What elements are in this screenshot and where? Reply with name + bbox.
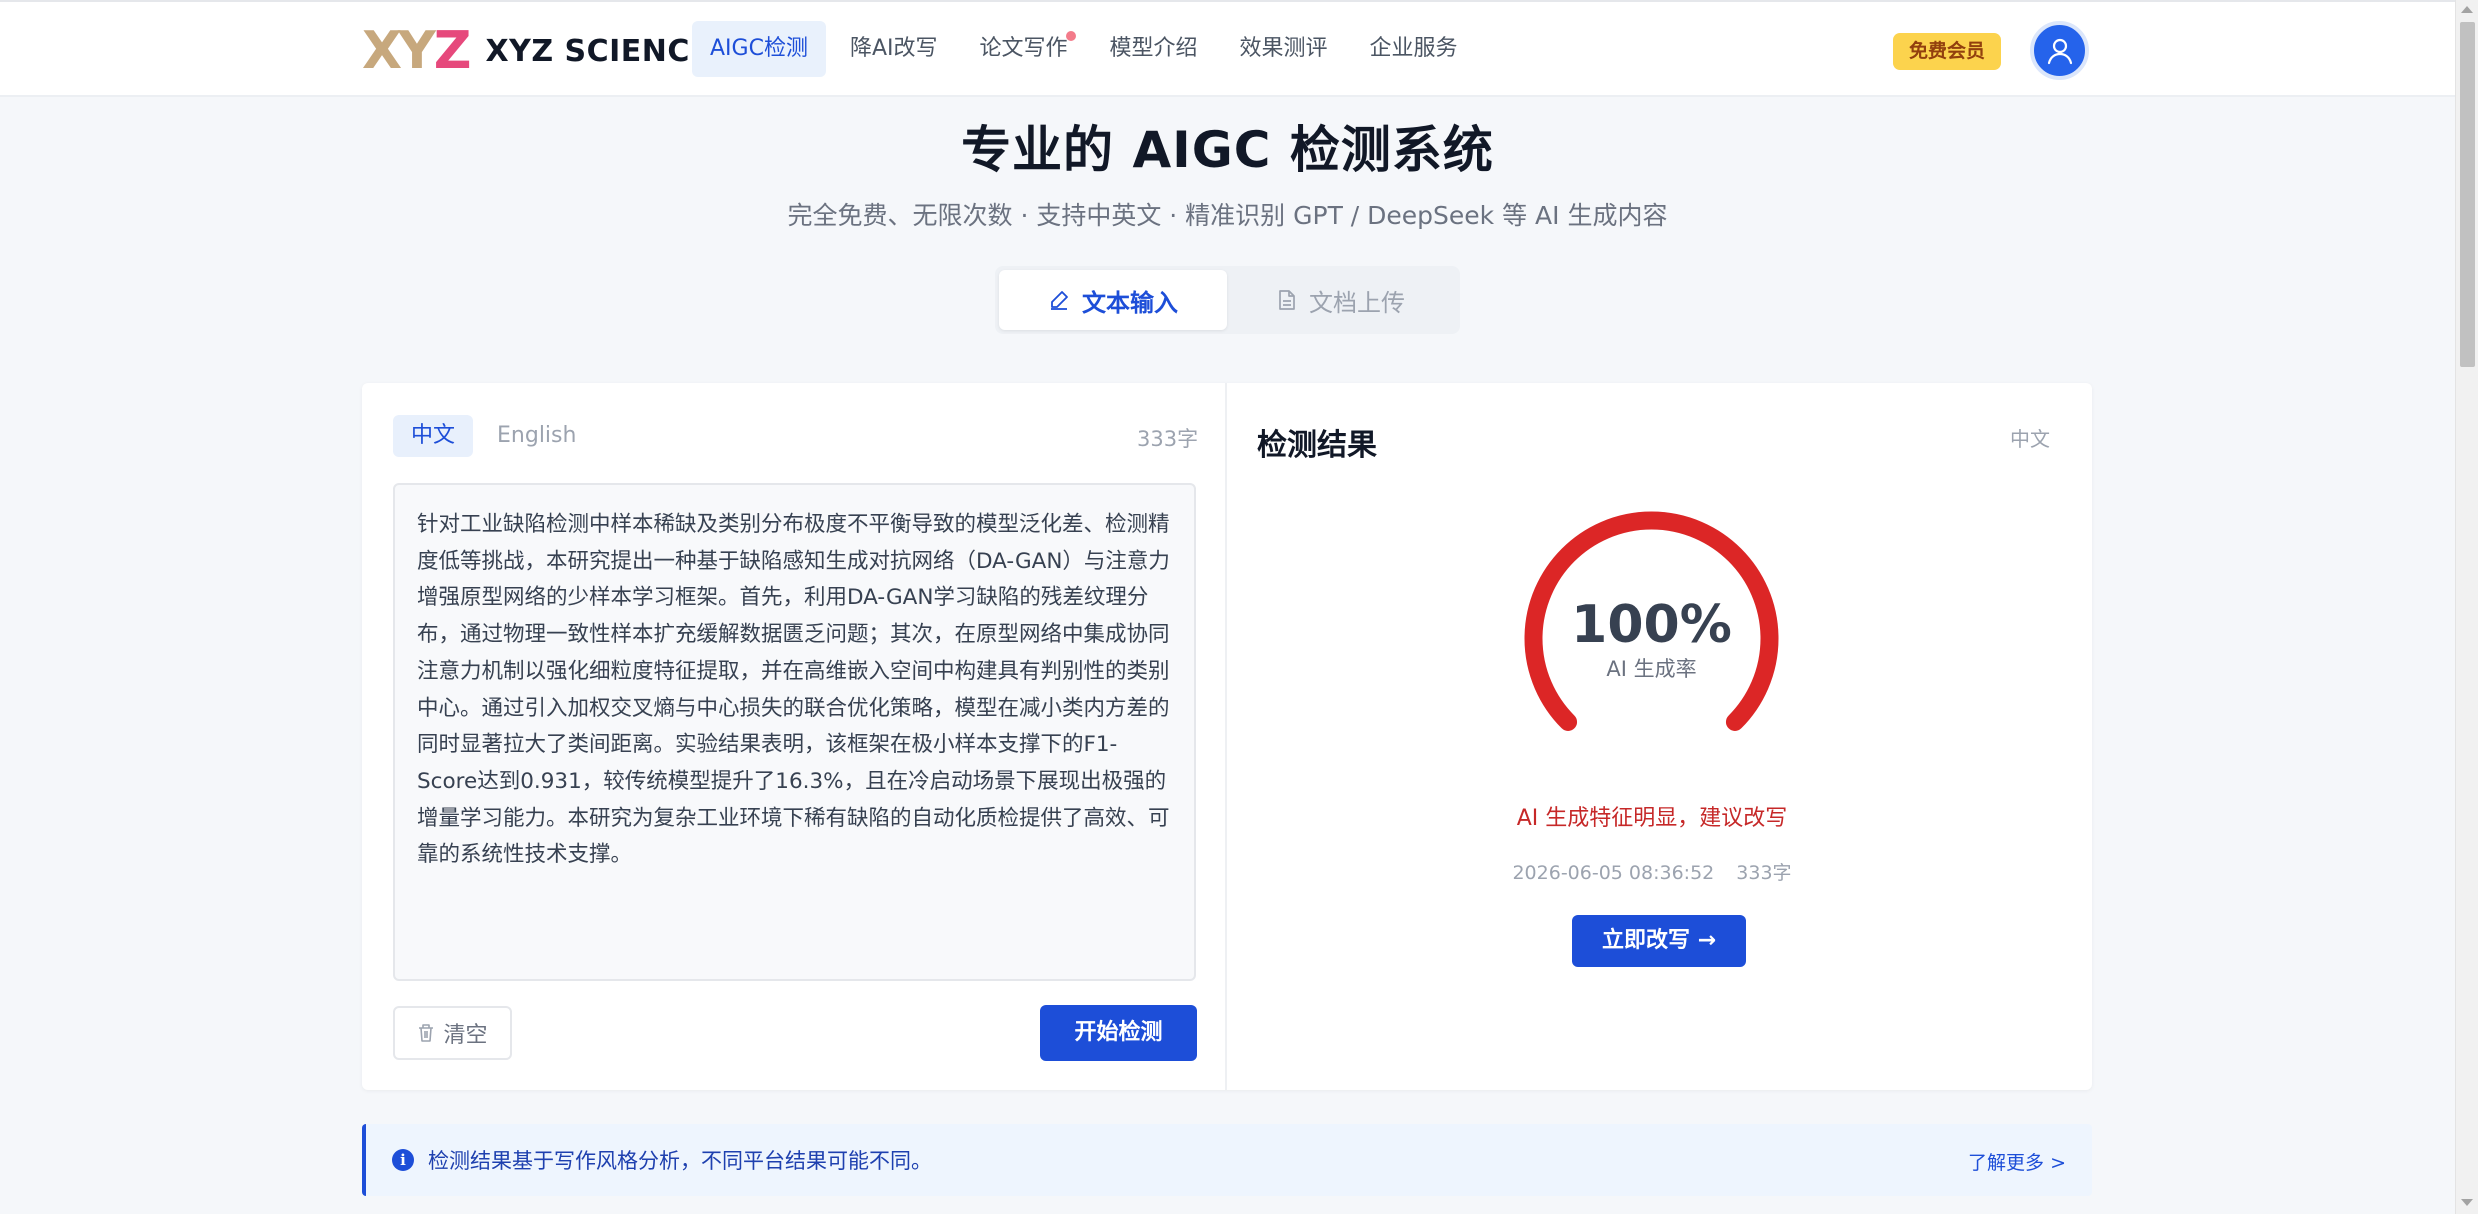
lang-tab-english[interactable]: English [479,415,594,457]
scroll-down-arrow-icon[interactable] [2461,1199,2473,1206]
verdict-text: AI 生成特征明显，建议改写 [1516,806,1788,831]
nav-item-model-intro[interactable]: 模型介绍 [1092,21,1216,77]
notification-dot [1065,31,1076,41]
learn-more-link[interactable]: 了解更多 > [1968,1148,2066,1175]
panel-divider [1225,383,1227,1090]
nav-item-enterprise[interactable]: 企业服务 [1352,21,1476,77]
result-timestamp: 2026-06-05 08:36:52 [1512,862,1715,884]
tab-label: 文本输入 [1082,288,1178,317]
result-char-count: 333字 [1736,862,1792,884]
nav-label: 论文写作 [979,36,1068,61]
page-subtitle: 完全免费、无限次数 · 支持中英文 · 精准识别 GPT / DeepSeek … [787,201,1668,230]
start-detect-button[interactable]: 开始检测 [1040,1005,1197,1061]
text-input-area[interactable]: 针对工业缺陷检测中样本稀缺及类别分布极度不平衡导致的模型泛化差、检测精度低等挑战… [393,483,1196,981]
main-nav: AIGC检测 降AI改写 论文写作 模型介绍 效果测评 企业服务 [692,21,1482,77]
nav-label: 模型介绍 [1109,36,1198,61]
tab-document-upload[interactable]: 文档上传 [1227,270,1455,330]
page-scrollbar[interactable] [2455,0,2478,1214]
logo-letter-x: X [362,21,402,81]
nav-item-ai-rewrite[interactable]: 降AI改写 [832,21,956,77]
clear-label: 清空 [443,1023,488,1048]
user-icon [2047,38,2072,64]
document-icon [1279,290,1295,310]
result-title: 检测结果 [1257,428,1377,463]
top-navbar: X Y Z XYZ SCIENCE AIGC检测 降AI改写 论文写作 模型介绍… [0,0,2455,97]
notice-text: 检测结果基于写作风格分析，不同平台结果可能不同。 [428,1149,932,1173]
tab-label: 文档上传 [1309,288,1405,317]
lang-tab-chinese[interactable]: 中文 [393,415,474,457]
nav-label: AIGC检测 [710,36,808,61]
ai-rate-label: AI 生成率 [1606,657,1697,681]
ai-rate-value: 100% [1571,595,1732,655]
info-icon: i [392,1149,414,1171]
clear-button[interactable]: 清空 [393,1006,512,1060]
nav-label: 降AI改写 [849,36,938,61]
nav-item-paper-writing[interactable]: 论文写作 [962,21,1086,77]
user-avatar-button[interactable] [2030,21,2089,80]
nav-label: 企业服务 [1369,36,1458,61]
input-mode-tabs: 文本输入 文档上传 [995,266,1460,334]
language-tabs: 中文 English [393,415,600,457]
result-language: 中文 [2010,427,2050,451]
brand-name: XYZ SCIENCE [485,33,711,69]
scroll-up-arrow-icon[interactable] [2461,6,2473,13]
input-char-count: 333字 [1137,427,1199,451]
logo-letter-z: Z [433,21,472,81]
info-notice: i 检测结果基于写作风格分析，不同平台结果可能不同。 了解更多 > [362,1124,2092,1196]
logo-mark: X Y Z [362,21,472,81]
nav-label: 效果测评 [1239,36,1328,61]
tab-text-input[interactable]: 文本输入 [999,270,1227,330]
trash-icon [419,1024,434,1042]
detection-panel: 中文 English 333字 针对工业缺陷检测中样本稀缺及类别分布极度不平衡导… [362,383,2092,1090]
free-membership-button[interactable]: 免费会员 [1893,33,2001,70]
nav-item-evaluation[interactable]: 效果测评 [1222,21,1346,77]
nav-item-aigc-detect[interactable]: AIGC检测 [692,21,826,77]
scrollbar-thumb[interactable] [2460,22,2475,367]
result-meta: 2026-06-05 08:36:52 333字 [1382,858,1922,885]
pen-icon [1051,291,1068,310]
brand-logo[interactable]: X Y Z XYZ SCIENCE [362,21,711,81]
logo-letter-y: Y [398,21,436,81]
rewrite-now-button[interactable]: 立即改写 → [1572,915,1746,967]
page-title: 专业的 AIGC 检测系统 [961,121,1494,179]
